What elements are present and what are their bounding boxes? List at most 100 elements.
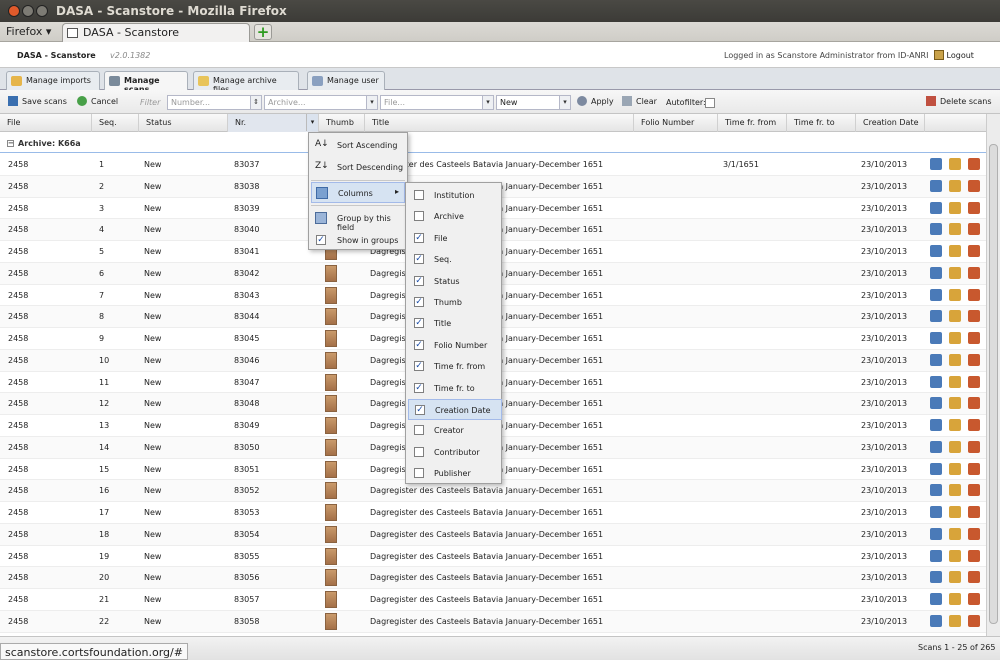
column-toggle-checkbox[interactable]: ✓: [414, 318, 424, 329]
edit-scan-icon[interactable]: [949, 593, 961, 605]
edit-scan-icon[interactable]: [949, 527, 961, 540]
menu-item-columns[interactable]: Columns ▸: [311, 182, 405, 203]
column-toggle-item[interactable]: ✓ File: [408, 228, 502, 249]
column-header-status[interactable]: Status: [139, 114, 228, 132]
group-header[interactable]: − Archive: K66a: [0, 133, 986, 153]
scan-thumbnail[interactable]: [325, 504, 337, 521]
column-toggle-checkbox[interactable]: [414, 425, 424, 436]
edit-scan-icon[interactable]: [949, 179, 961, 192]
column-toggle-item[interactable]: Publisher: [408, 463, 502, 484]
edit-scan-icon[interactable]: [949, 419, 961, 431]
menu-item-show-in-groups[interactable]: ✓ Show in groups: [311, 230, 405, 251]
edit-scan-icon[interactable]: [949, 506, 961, 518]
edit-scan-icon[interactable]: [949, 440, 961, 453]
delete-scan-icon[interactable]: [968, 484, 980, 497]
edit-scan-icon[interactable]: [949, 397, 961, 410]
apply-button[interactable]: Apply: [577, 96, 614, 106]
show-in-groups-checkbox[interactable]: ✓: [316, 235, 326, 245]
delete-scan-icon[interactable]: [968, 440, 980, 453]
delete-scan-icon[interactable]: [968, 614, 980, 627]
column-header-nr[interactable]: Nr. ▾: [228, 114, 319, 132]
scan-thumbnail[interactable]: [325, 591, 337, 608]
column-toggle-item[interactable]: ✓ Creation Date: [408, 399, 502, 420]
table-row[interactable]: 2458 22 New 83058 Dagregister des Casteels B…: [0, 610, 986, 633]
edit-scan-icon[interactable]: [949, 462, 961, 475]
tab-manage-imports[interactable]: Manage imports: [6, 71, 100, 90]
delete-scan-icon[interactable]: [968, 223, 980, 236]
column-toggle-item[interactable]: ✓ Time fr. from: [408, 356, 502, 377]
column-toggle-item[interactable]: ✓ Time fr. to: [408, 378, 502, 399]
column-toggle-checkbox[interactable]: ✓: [414, 232, 424, 243]
view-scan-icon[interactable]: [930, 593, 942, 605]
delete-scan-icon[interactable]: [968, 201, 980, 214]
edit-scan-icon[interactable]: [949, 201, 961, 214]
scan-thumbnail[interactable]: [325, 547, 337, 565]
view-scan-icon[interactable]: [930, 484, 942, 497]
column-toggle-checkbox[interactable]: [414, 446, 424, 457]
column-toggle-item[interactable]: ✓ Folio Number: [408, 335, 502, 356]
scan-thumbnail[interactable]: [325, 482, 337, 500]
column-menu-trigger-icon[interactable]: ▾: [306, 114, 318, 131]
number-filter-input[interactable]: Number... ⇕: [167, 95, 262, 110]
maximize-window-icon[interactable]: [36, 5, 48, 17]
delete-scan-icon[interactable]: [968, 332, 980, 344]
chevron-down-icon[interactable]: ▾: [482, 96, 493, 109]
edit-scan-icon[interactable]: [949, 353, 961, 366]
chevron-down-icon[interactable]: ▾: [366, 96, 377, 109]
view-scan-icon[interactable]: [930, 440, 942, 453]
view-scan-icon[interactable]: [930, 288, 942, 301]
column-header-time-from[interactable]: Time fr. from: [718, 114, 787, 132]
column-toggle-checkbox[interactable]: ✓: [414, 339, 424, 350]
view-scan-icon[interactable]: [930, 245, 942, 257]
delete-scan-icon[interactable]: [968, 375, 980, 388]
scan-thumbnail[interactable]: [325, 395, 337, 413]
cancel-button[interactable]: Cancel: [77, 96, 118, 106]
scan-thumbnail[interactable]: [325, 264, 337, 282]
scan-thumbnail[interactable]: [325, 569, 337, 587]
column-toggle-checkbox[interactable]: ✓: [414, 254, 424, 265]
edit-scan-icon[interactable]: [949, 223, 961, 236]
edit-scan-icon[interactable]: [949, 310, 961, 323]
browser-tab[interactable]: DASA - Scanstore: [62, 23, 250, 42]
delete-scan-icon[interactable]: [968, 462, 980, 475]
table-row[interactable]: 2458 18 New 83054 Dagregister des Casteels B…: [0, 523, 986, 546]
delete-scan-icon[interactable]: [968, 506, 980, 518]
archive-filter-combo[interactable]: Archive... ▾: [264, 95, 378, 110]
delete-scan-icon[interactable]: [968, 549, 980, 562]
delete-scan-icon[interactable]: [968, 571, 980, 584]
edit-scan-icon[interactable]: [949, 245, 961, 257]
table-row[interactable]: 2458 19 New 83055 Dagregister des Casteels B…: [0, 546, 986, 568]
save-scans-button[interactable]: Save scans: [8, 96, 67, 106]
view-scan-icon[interactable]: [930, 179, 942, 192]
column-toggle-item[interactable]: ✓ Thumb: [408, 292, 502, 313]
edit-scan-icon[interactable]: [949, 288, 961, 301]
column-toggle-checkbox[interactable]: ✓: [415, 405, 425, 415]
file-filter-combo[interactable]: File... ▾: [380, 95, 494, 110]
view-scan-icon[interactable]: [930, 462, 942, 475]
column-toggle-checkbox[interactable]: ✓: [414, 382, 424, 393]
close-window-icon[interactable]: [8, 5, 20, 17]
scan-thumbnail[interactable]: [325, 438, 337, 456]
scan-thumbnail[interactable]: [325, 460, 337, 478]
logout-button[interactable]: Logout: [934, 50, 974, 60]
column-toggle-item[interactable]: ✓ Status: [408, 271, 502, 292]
view-scan-icon[interactable]: [930, 158, 942, 170]
view-scan-icon[interactable]: [930, 310, 942, 323]
column-header-title[interactable]: Title: [365, 114, 634, 132]
menu-item-group-by-field[interactable]: Group by this field: [311, 208, 405, 232]
view-scan-icon[interactable]: [930, 201, 942, 214]
column-toggle-item[interactable]: Contributor: [408, 442, 502, 463]
column-toggle-item[interactable]: Archive: [408, 206, 502, 227]
scan-thumbnail[interactable]: [325, 417, 337, 434]
menu-item-sort-descending[interactable]: Z↓ Sort Descending: [311, 157, 405, 178]
tab-manage-archive-files[interactable]: Manage archive files: [193, 71, 299, 94]
table-row[interactable]: 2458 1 New 83037 Dagregister des Casteels Ba…: [0, 154, 986, 176]
delete-scan-icon[interactable]: [968, 353, 980, 366]
delete-scan-icon[interactable]: [968, 419, 980, 431]
delete-scan-icon[interactable]: [968, 158, 980, 170]
column-toggle-checkbox[interactable]: [414, 211, 424, 222]
delete-scan-icon[interactable]: [968, 266, 980, 279]
edit-scan-icon[interactable]: [949, 484, 961, 497]
scan-thumbnail[interactable]: [325, 308, 337, 326]
status-filter-select[interactable]: New ▾: [496, 95, 571, 110]
